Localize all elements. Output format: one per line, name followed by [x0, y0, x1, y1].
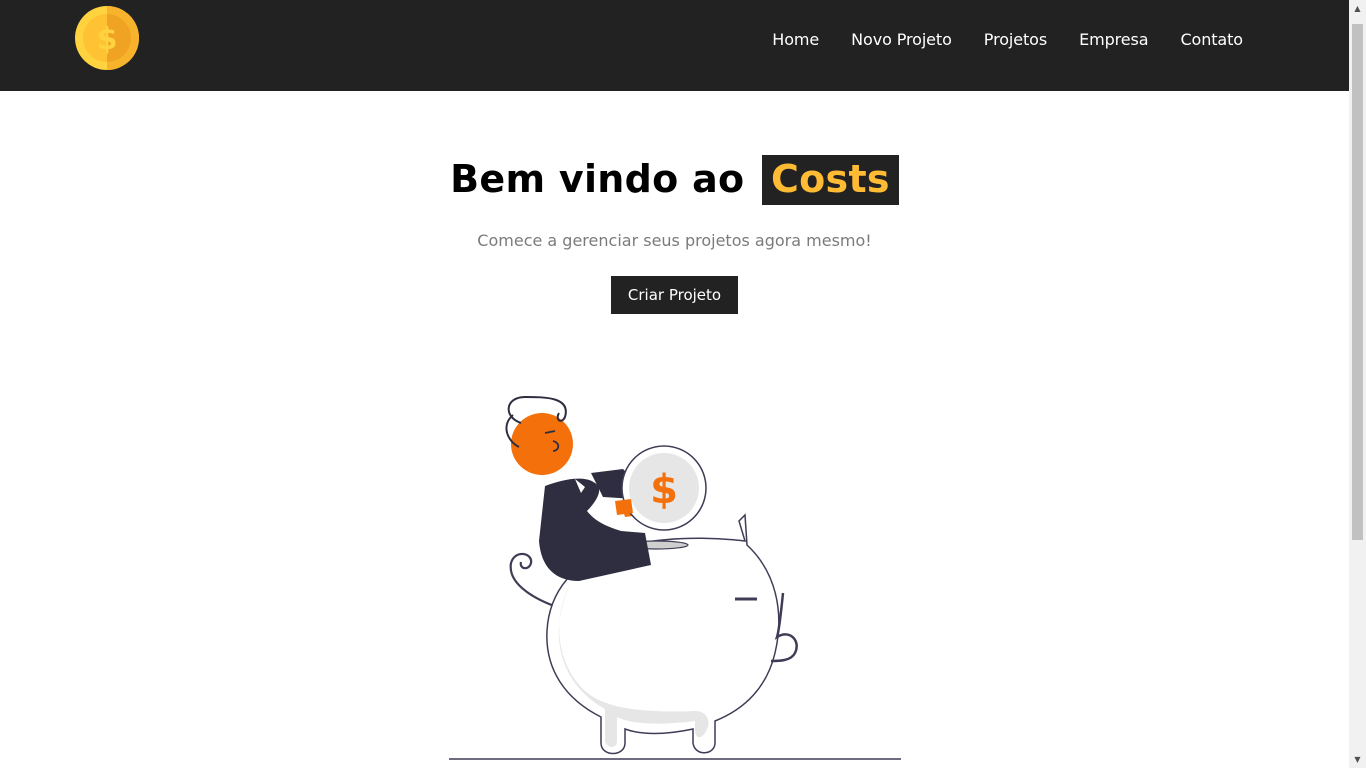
brand-name: Costs — [761, 155, 899, 205]
nav-item-novo-projeto: Novo Projeto — [851, 30, 952, 49]
title-prefix: Bem vindo ao — [450, 157, 745, 201]
logo-symbol: $ — [97, 22, 118, 57]
logo-link[interactable]: $ — [74, 5, 140, 71]
nav-item-projetos: Projetos — [984, 30, 1047, 49]
nav-menu: Home Novo Projeto Projetos Empresa Conta… — [740, 30, 1243, 49]
nav-link-projetos[interactable]: Projetos — [984, 30, 1047, 49]
nav-link-home[interactable]: Home — [772, 30, 819, 49]
piggy-bank-savings-illustration: $ — [449, 395, 901, 760]
nav-link-empresa[interactable]: Empresa — [1079, 30, 1148, 49]
nav-link-novo-projeto[interactable]: Novo Projeto — [851, 30, 952, 49]
nav-item-contato: Contato — [1180, 30, 1243, 49]
scroll-down-icon[interactable]: ▼ — [1349, 751, 1366, 768]
nav-link-contato[interactable]: Contato — [1180, 30, 1243, 49]
dollar-coin-icon: $ — [75, 6, 139, 70]
page-title: Bem vindo ao Costs — [0, 155, 1349, 205]
coin-symbol: $ — [650, 467, 678, 513]
create-project-button[interactable]: Criar Projeto — [611, 276, 738, 314]
vertical-scrollbar[interactable]: ▲ ▼ — [1349, 0, 1366, 768]
hero-subtitle: Comece a gerenciar seus projetos agora m… — [477, 231, 872, 250]
scrollbar-thumb[interactable] — [1352, 24, 1363, 540]
nav-item-home: Home — [772, 30, 819, 49]
navbar: $ Home Novo Projeto Projetos Empresa Con… — [0, 0, 1349, 91]
hero-section: Bem vindo ao Costs Comece a gerenciar se… — [0, 91, 1349, 768]
scroll-up-icon[interactable]: ▲ — [1349, 0, 1366, 17]
nav-item-empresa: Empresa — [1079, 30, 1148, 49]
